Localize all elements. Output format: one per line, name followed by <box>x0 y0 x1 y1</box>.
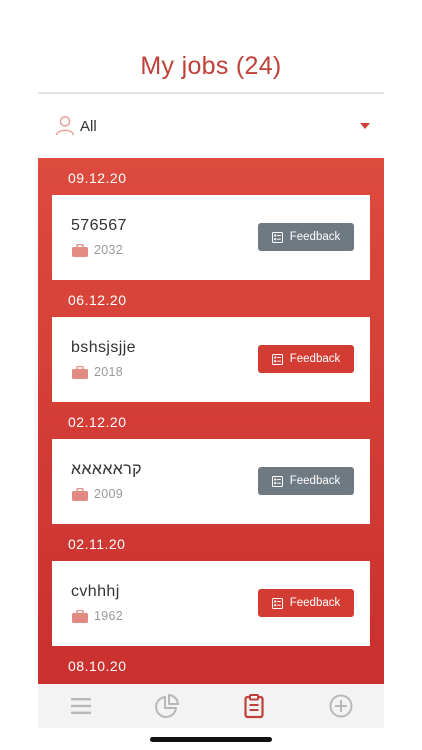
feedback-label: Feedback <box>289 475 341 487</box>
clipboard-icon <box>244 694 264 719</box>
filter-dropdown[interactable]: All <box>38 108 384 144</box>
pie-chart-icon <box>155 694 179 718</box>
feedback-icon <box>271 597 283 609</box>
tab-jobs[interactable] <box>241 693 267 719</box>
feedback-button[interactable]: Feedback <box>258 345 354 373</box>
job-name: cvhhhj <box>71 583 120 600</box>
job-name: קראאאאא <box>71 461 143 478</box>
job-name: 576567 <box>71 217 127 234</box>
add-circle-icon <box>329 694 353 718</box>
chevron-down-icon <box>360 123 370 129</box>
job-number: 2009 <box>94 487 124 501</box>
job-card[interactable]: cvhhhj 1962 Feedback <box>52 561 370 646</box>
job-number: 2032 <box>94 243 124 257</box>
briefcase-icon <box>72 243 88 257</box>
job-group: 08.10.20 <box>38 646 384 683</box>
job-card[interactable]: קראאאאא 2009 Feedback <box>52 439 370 524</box>
feedback-label: Feedback <box>289 597 341 609</box>
job-date: 06.12.20 <box>68 292 127 308</box>
feedback-button[interactable]: Feedback <box>258 467 354 495</box>
tab-bar <box>38 684 384 728</box>
feedback-icon <box>271 475 283 487</box>
feedback-label: Feedback <box>289 353 341 365</box>
briefcase-icon <box>72 487 88 501</box>
job-meta: 2032 <box>72 243 123 257</box>
feedback-button[interactable]: Feedback <box>258 589 354 617</box>
tab-statistics[interactable] <box>154 693 180 719</box>
job-date: 02.11.20 <box>68 536 126 552</box>
briefcase-icon <box>72 609 88 623</box>
feedback-button[interactable]: Feedback <box>258 223 354 251</box>
home-indicator <box>150 737 272 742</box>
page-title: My jobs (24) <box>140 52 282 80</box>
job-meta: 2018 <box>72 365 123 379</box>
header-divider <box>38 92 384 94</box>
jobs-list[interactable]: 09.12.20 576567 2032 Feedback 06.12.20 b… <box>38 158 384 684</box>
job-card[interactable]: 576567 2032 Feedback <box>52 195 370 280</box>
user-icon <box>56 116 74 136</box>
menu-icon <box>71 698 91 714</box>
job-date: 08.10.20 <box>68 658 127 674</box>
feedback-icon <box>271 231 283 243</box>
tab-menu[interactable] <box>68 693 94 719</box>
briefcase-icon <box>72 365 88 379</box>
job-name: bshsjsjje <box>71 339 136 356</box>
tab-add[interactable] <box>328 693 354 719</box>
job-number: 1962 <box>94 609 124 623</box>
job-meta: 1962 <box>72 609 123 623</box>
job-date: 09.12.20 <box>68 170 127 186</box>
job-meta: 2009 <box>72 487 123 501</box>
feedback-icon <box>271 353 283 365</box>
job-group: 02.11.20 cvhhhj 1962 Feedback <box>38 524 384 646</box>
job-date: 02.12.20 <box>68 414 127 430</box>
job-number: 2018 <box>94 365 124 379</box>
header: My jobs (24) <box>0 0 422 94</box>
filter-label: All <box>80 118 97 135</box>
job-group: 02.12.20 קראאאאא 2009 Feedback <box>38 402 384 524</box>
job-group: 06.12.20 bshsjsjje 2018 Feedback <box>38 280 384 402</box>
job-group: 09.12.20 576567 2032 Feedback <box>38 158 384 280</box>
job-card[interactable]: bshsjsjje 2018 Feedback <box>52 317 370 402</box>
feedback-label: Feedback <box>289 231 341 243</box>
